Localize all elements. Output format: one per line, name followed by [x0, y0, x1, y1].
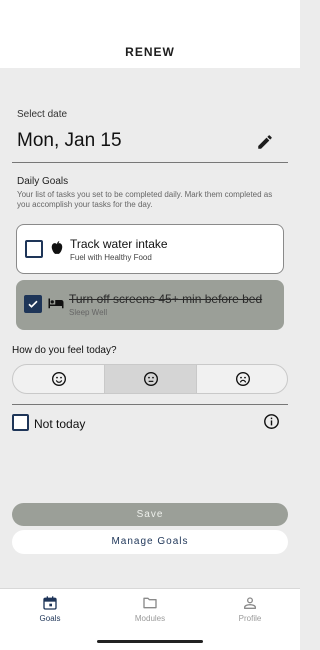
daily-goals-description: Your list of tasks you set to be complet… [17, 190, 273, 209]
daily-goals-title: Daily Goals [17, 176, 69, 187]
app-header: RENEW [0, 0, 300, 68]
nav-item-profile[interactable]: Profile [210, 595, 290, 629]
apple-icon [48, 239, 66, 257]
mood-selector [12, 364, 288, 394]
mood-option-sad[interactable] [197, 365, 287, 393]
date-value[interactable]: Mon, Jan 15 [17, 130, 122, 152]
manage-goals-button[interactable]: Manage Goals [12, 530, 288, 554]
mood-option-happy[interactable] [13, 365, 105, 393]
goal-checkbox[interactable] [25, 240, 43, 258]
person-icon [244, 597, 256, 609]
date-label: Select date [17, 109, 68, 120]
nav-item-goals[interactable]: Goals [10, 595, 90, 629]
bed-icon [47, 294, 65, 312]
goal-checkbox[interactable] [24, 295, 42, 313]
info-icon[interactable] [263, 413, 280, 430]
goal-name: Turn off screens 45+ min before bed [69, 292, 263, 306]
calendar-icon [43, 596, 57, 610]
goal-category: Fuel with Healthy Food [70, 253, 152, 262]
not-today-checkbox[interactable] [12, 414, 29, 431]
nav-label-goals: Goals [39, 614, 61, 623]
nav-label-profile: Profile [238, 614, 262, 623]
section-divider [12, 404, 288, 405]
home-indicator [97, 640, 203, 643]
pencil-icon[interactable] [256, 133, 274, 151]
neutral-face-icon [144, 372, 158, 386]
save-button[interactable]: Save [12, 503, 288, 526]
happy-face-icon [52, 372, 66, 386]
app-title: RENEW [125, 45, 175, 59]
folder-icon [143, 597, 157, 609]
goal-card[interactable]: Track water intake Fuel with Healthy Foo… [16, 224, 284, 274]
date-underline [12, 162, 288, 163]
not-today-label: Not today [34, 417, 86, 431]
mood-option-neutral[interactable] [105, 365, 197, 393]
goal-name: Track water intake [70, 237, 168, 251]
goal-card[interactable]: Turn off screens 45+ min before bed Slee… [16, 280, 284, 330]
mood-question: How do you feel today? [12, 345, 117, 356]
nav-item-modules[interactable]: Modules [110, 595, 190, 629]
sad-face-icon [236, 372, 250, 386]
nav-label-modules: Modules [134, 614, 166, 623]
goal-category: Sleep Well [69, 308, 108, 317]
main-content: Select date Mon, Jan 15 Daily Goals Your… [0, 68, 300, 588]
